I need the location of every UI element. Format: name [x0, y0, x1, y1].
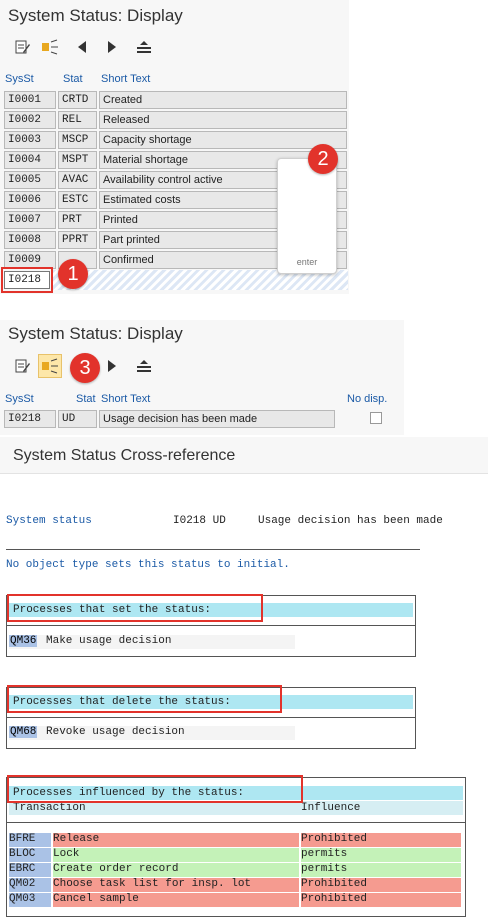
edit-icon[interactable]	[12, 356, 32, 376]
stat-cell: MSPT	[58, 151, 97, 169]
status-display-panel-2: System Status: Display 3 SysSt Stat Shor…	[0, 320, 404, 435]
system-status-code: I0218 UD	[173, 515, 226, 527]
stat-cell: ESTC	[58, 191, 97, 209]
sysst-cell: I0007	[4, 211, 56, 229]
stat-cell: UD	[58, 410, 97, 428]
system-status-text: Usage decision has been made	[258, 515, 443, 527]
col-header-no-disp: No disp.	[347, 393, 388, 405]
status-display-panel-1: System Status: Display SysSt Stat Short …	[0, 0, 349, 294]
align-icon[interactable]	[134, 356, 154, 376]
no-disp-checkbox[interactable]	[370, 412, 382, 424]
stat-cell: REL	[58, 111, 97, 129]
cross-reference-panel: System Status Cross-reference System sta…	[0, 437, 488, 917]
influence-value: Prohibited	[301, 878, 461, 892]
short-text-cell: Capacity shortage	[99, 131, 347, 149]
panel-title: System Status: Display	[8, 6, 183, 25]
enter-key-label: enter	[296, 257, 318, 267]
set-row: QM36 Make usage decision	[9, 635, 295, 649]
influence-value: Prohibited	[301, 833, 461, 847]
delete-divider	[7, 717, 415, 718]
step-badge-3: 3	[70, 353, 100, 383]
highlight-box-set	[7, 594, 263, 622]
transaction-text: Choose task list for insp. lot	[53, 878, 299, 892]
col-header-influence: Influence	[301, 802, 361, 814]
stat-cell: AVAC	[58, 171, 97, 189]
short-text-cell: Created	[99, 91, 347, 109]
highlight-box-input	[1, 267, 53, 293]
transaction-code[interactable]: EBRC	[9, 863, 51, 877]
step-badge-2: 2	[308, 144, 338, 174]
where-used-icon[interactable]	[38, 354, 62, 378]
col-header-short-text: Short Text	[101, 73, 151, 85]
delete-row: QM68 Revoke usage decision	[9, 726, 295, 740]
sysst-cell: I0006	[4, 191, 56, 209]
influenced-divider	[7, 822, 465, 823]
transaction-code[interactable]: QM36	[9, 635, 38, 647]
col-header-sysst: SysSt	[5, 73, 34, 85]
influence-value: permits	[301, 863, 461, 877]
stat-cell: PPRT	[58, 231, 97, 249]
transaction-code[interactable]: QM03	[9, 893, 51, 907]
system-status-label: System status	[6, 515, 92, 527]
transaction-text: Make usage decision	[46, 635, 172, 647]
enter-key[interactable]: enter	[277, 158, 337, 274]
sysst-cell: I0004	[4, 151, 56, 169]
transaction-text: Lock	[53, 848, 299, 862]
transaction-text: Cancel sample	[53, 893, 299, 907]
sysst-cell: I0008	[4, 231, 56, 249]
sysst-cell: I0218	[4, 410, 56, 428]
transaction-text: Release	[53, 833, 299, 847]
highlight-box-influenced	[7, 775, 303, 803]
influence-value: Prohibited	[301, 893, 461, 907]
col-header-stat: Stat	[76, 393, 96, 405]
previous-icon[interactable]	[72, 37, 92, 57]
sysst-cell: I0005	[4, 171, 56, 189]
title-bar: System Status Cross-reference	[0, 437, 488, 474]
step-badge-1: 1	[58, 259, 88, 289]
short-text-cell: Released	[99, 111, 347, 129]
next-icon[interactable]	[102, 37, 122, 57]
stat-cell: CRTD	[58, 91, 97, 109]
panel-title: System Status Cross-reference	[13, 447, 236, 464]
transaction-text: Revoke usage decision	[46, 726, 185, 738]
col-header-transaction: Transaction	[13, 802, 86, 814]
where-used-icon[interactable]	[40, 37, 60, 57]
edit-icon[interactable]	[12, 37, 32, 57]
short-text-cell: Usage decision has been made	[99, 410, 335, 428]
transaction-text: Create order record	[53, 863, 299, 877]
transaction-code[interactable]: QM68	[9, 726, 38, 738]
sysst-cell: I0002	[4, 111, 56, 129]
set-divider	[7, 625, 415, 626]
influence-value: permits	[301, 848, 461, 862]
transaction-code[interactable]: QM02	[9, 878, 51, 892]
stat-cell: PRT	[58, 211, 97, 229]
transaction-code[interactable]: BLOC	[9, 848, 51, 862]
stat-cell: MSCP	[58, 131, 97, 149]
next-icon[interactable]	[102, 356, 122, 376]
initial-note: No object type sets this status to initi…	[6, 559, 290, 571]
transaction-code[interactable]: BFRE	[9, 833, 51, 847]
highlight-box-delete	[7, 685, 282, 713]
sysst-cell: I0003	[4, 131, 56, 149]
panel-title: System Status: Display	[8, 324, 183, 343]
col-header-sysst: SysSt	[5, 393, 34, 405]
col-header-stat: Stat	[63, 73, 83, 85]
col-header-short-text: Short Text	[101, 393, 151, 405]
sysst-cell: I0001	[4, 91, 56, 109]
align-icon[interactable]	[134, 37, 154, 57]
divider	[6, 549, 420, 550]
